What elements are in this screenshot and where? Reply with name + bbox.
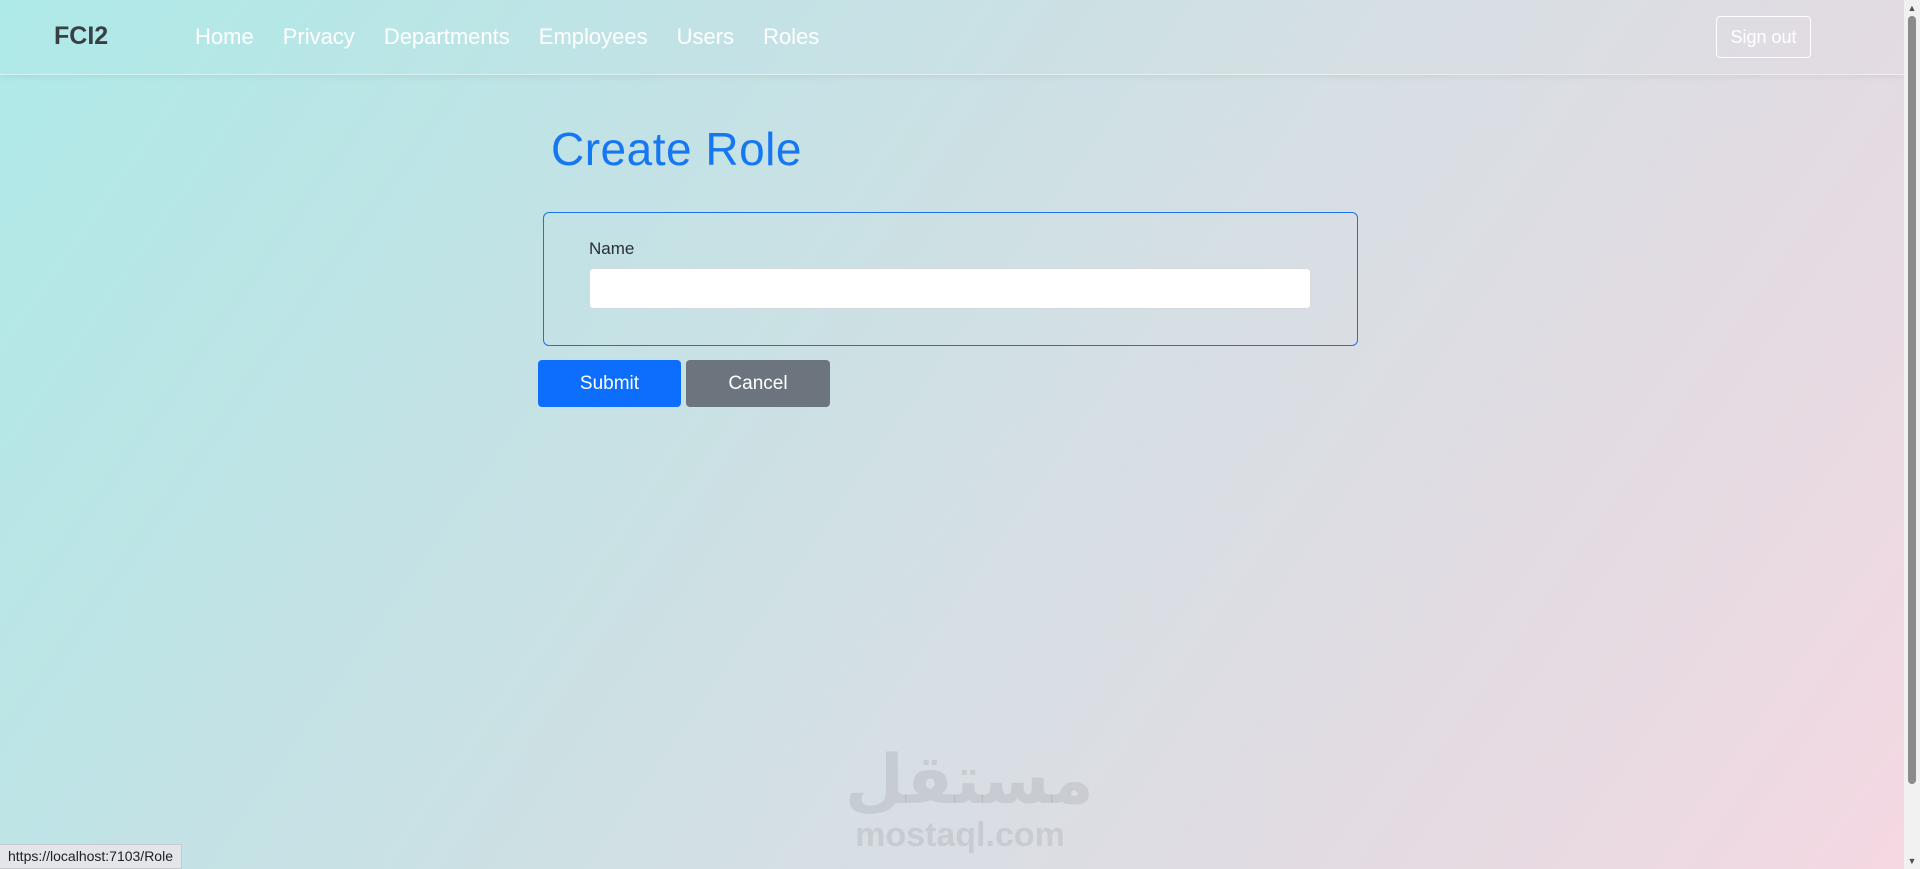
submit-button[interactable]: Submit	[538, 360, 681, 407]
brand-logo[interactable]: FCI2	[54, 22, 108, 51]
nav-link-employees[interactable]: Employees	[539, 20, 648, 54]
sign-out-button[interactable]: Sign out	[1716, 16, 1811, 58]
nav-link-privacy[interactable]: Privacy	[283, 20, 355, 54]
page-title: Create Role	[551, 123, 802, 175]
name-field-label: Name	[589, 239, 635, 258]
nav-link-departments[interactable]: Departments	[384, 20, 510, 54]
role-form-card: Name	[543, 212, 1358, 346]
nav-link-users[interactable]: Users	[677, 20, 734, 54]
nav-link-roles[interactable]: Roles	[763, 20, 819, 54]
nav-link-home[interactable]: Home	[195, 20, 254, 54]
scrollbar-thumb[interactable]	[1908, 16, 1916, 784]
cancel-button[interactable]: Cancel	[686, 360, 830, 407]
chevron-down-icon[interactable]: ▼	[1904, 853, 1920, 869]
name-input[interactable]	[589, 268, 1311, 309]
watermark-logo: مستقل mostaql.com	[845, 741, 1094, 854]
nav-links: Home Privacy Departments Employees Users…	[195, 20, 848, 54]
vertical-scrollbar[interactable]: ▲ ▼	[1904, 0, 1920, 869]
watermark-arabic: مستقل	[845, 741, 1094, 820]
watermark-latin: mostaql.com	[855, 816, 1065, 854]
top-navbar: FCI2 Home Privacy Departments Employees …	[0, 0, 1904, 75]
link-status-bar: https://localhost:7103/Role	[0, 844, 182, 869]
chevron-up-icon[interactable]: ▲	[1904, 0, 1920, 16]
